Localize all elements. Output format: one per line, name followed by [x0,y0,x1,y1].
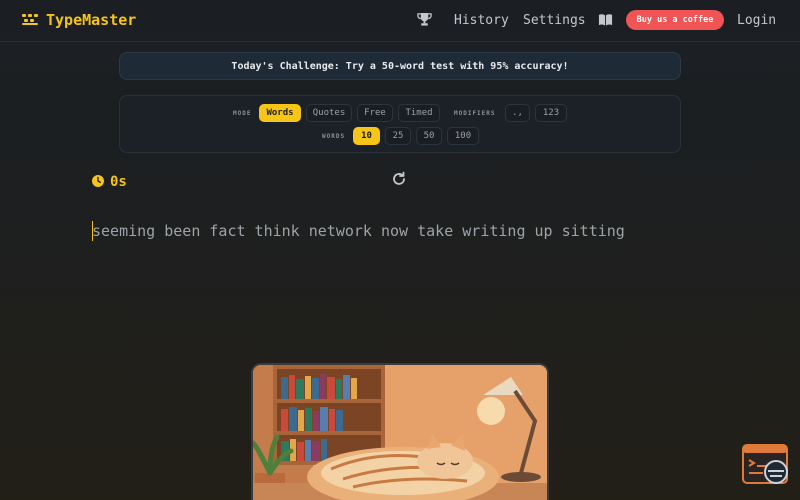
brand-name: TypeMaster [46,11,137,29]
restart-icon[interactable] [391,171,407,191]
sleeping-cat-illustration [251,363,549,500]
word-count-25-button[interactable]: 25 [385,127,411,145]
floating-helper-button[interactable] [742,444,790,488]
daily-challenge-banner: Today's Challenge: Try a 50-word test wi… [119,52,681,80]
nav-login[interactable]: Login [737,13,776,28]
nav-settings[interactable]: Settings [523,13,586,28]
mode-timed-button[interactable]: Timed [398,104,440,122]
keyboard-icon [22,14,38,26]
mode-label: MODE [233,110,252,117]
challenge-text: Today's Challenge: Try a 50-word test wi… [231,60,569,72]
modifier-punctuation-button[interactable]: ., [505,104,530,122]
book-icon[interactable] [598,12,613,31]
nav-history[interactable]: History [454,13,509,28]
brand-logo[interactable]: TypeMaster [22,11,136,29]
test-options-panel: MODE Words Quotes Free Timed MODIFIERS .… [119,95,681,153]
mode-quotes-button[interactable]: Quotes [306,104,352,122]
modifiers-label: MODIFIERS [454,110,496,117]
buy-coffee-button[interactable]: Buy us a coffee [626,10,724,30]
mode-free-button[interactable]: Free [357,104,393,122]
top-navbar: TypeMaster History Settings Buy us a cof… [0,0,800,42]
clock-icon [92,172,104,191]
modifier-numbers-button[interactable]: 123 [535,104,567,122]
words-label: WORDS [322,133,346,140]
mode-words-button[interactable]: Words [259,104,301,122]
word-count-100-button[interactable]: 100 [447,127,479,145]
word-count-10-button[interactable]: 10 [353,127,380,145]
trophy-icon[interactable] [417,12,432,31]
timer-value: 0s [110,173,127,190]
word-count-50-button[interactable]: 50 [416,127,442,145]
timer: 0s [92,172,127,191]
typing-text[interactable]: seeming been fact think network now take… [92,222,625,240]
